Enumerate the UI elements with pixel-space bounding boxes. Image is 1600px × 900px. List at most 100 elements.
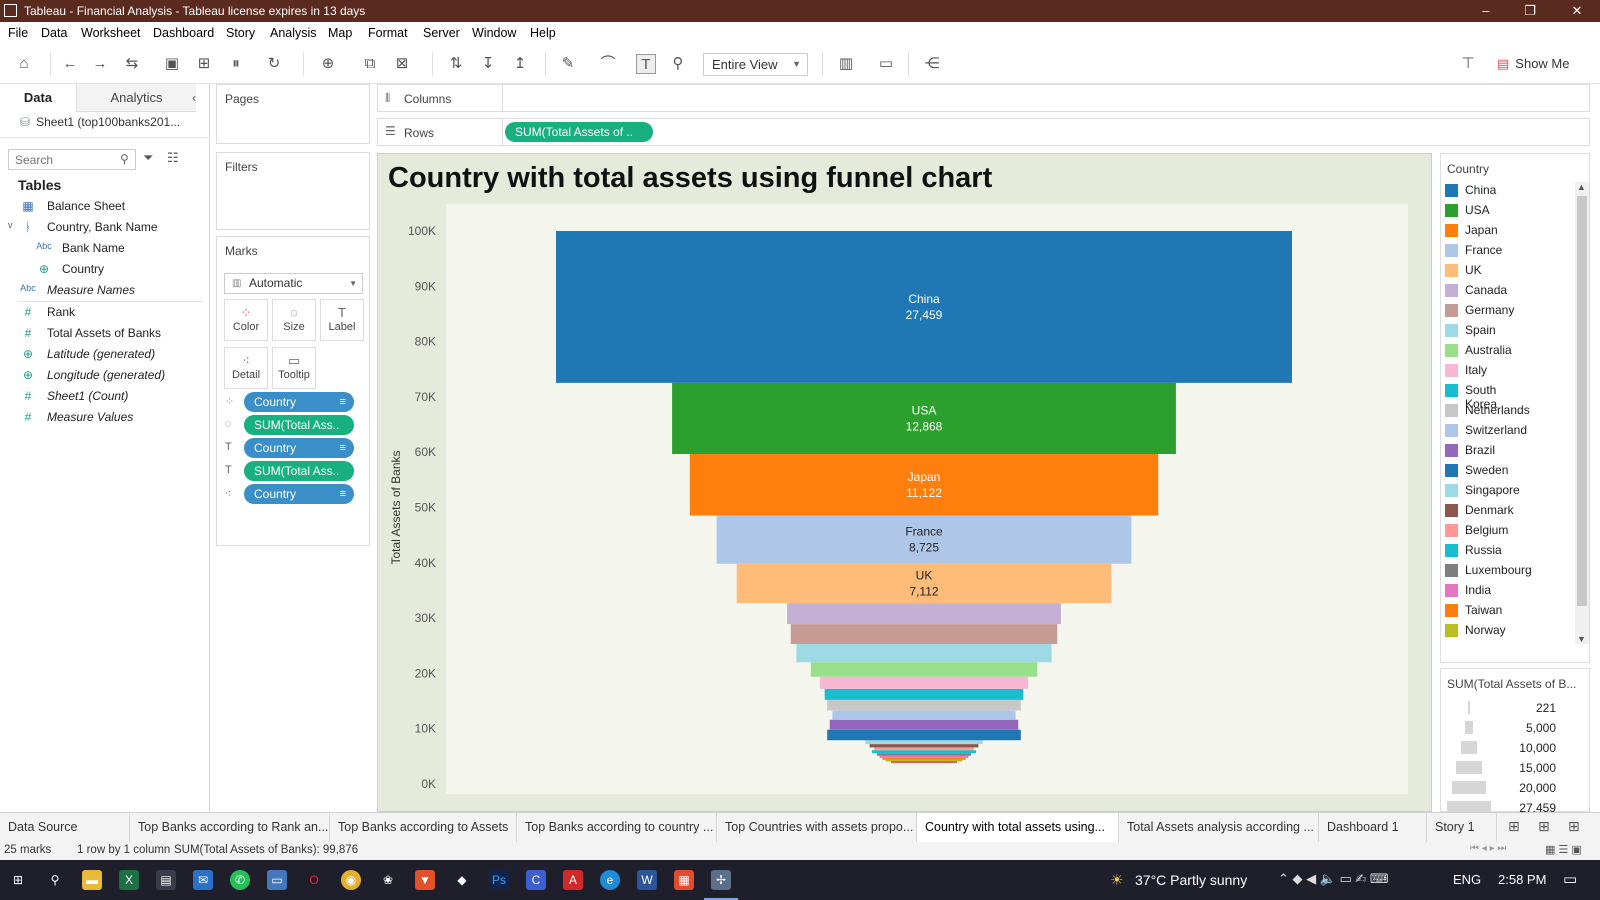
language-indicator[interactable]: ENG [1453,872,1481,887]
mark-type-select[interactable]: ▥ Automatic ▼ [224,273,363,294]
sort-ascending-icon[interactable]: ↧ [478,54,498,74]
field-item[interactable]: Abc Measure Names [0,283,210,303]
menu-story[interactable]: Story [226,26,255,40]
new-story-icon[interactable]: ⊞ [1568,818,1580,835]
view-toggle-icon[interactable]: ▦ ☰ ▣ [1545,843,1582,856]
sheet-tab[interactable]: Data Source [0,813,130,842]
acrobat-icon[interactable]: A [563,870,583,890]
scroll-down-icon[interactable]: ▼ [1577,634,1586,644]
filter-icon[interactable]: ⏷ [143,150,153,166]
menu-worksheet[interactable]: Worksheet [81,26,141,40]
undo-icon[interactable]: ← [60,54,80,74]
restore-icon[interactable]: ❐ [1520,2,1540,20]
sheet-tab[interactable]: Total Assets analysis according ... [1119,813,1319,842]
share-icon[interactable]: ⋲ [922,54,942,74]
tab-analytics[interactable]: Analytics [76,84,196,112]
brave-icon[interactable]: ▼ [415,870,435,890]
whatsapp-icon[interactable]: ✆ [230,870,250,890]
close-icon[interactable]: ✕ [1567,2,1587,20]
search-input[interactable] [8,149,136,170]
field-item[interactable]: # Rank [0,305,210,325]
field-item[interactable]: # Sheet1 (Count) [0,389,210,409]
view-size-select[interactable]: Entire View ▼ [703,53,808,76]
refresh-icon[interactable]: ↻ [264,54,284,74]
view-options-icon[interactable]: ☷ [167,150,179,166]
menu-server[interactable]: Server [423,26,460,40]
tableau-taskbar-icon[interactable]: ✢ [711,870,731,890]
scroll-up-icon[interactable]: ▲ [1577,182,1586,192]
color-button[interactable]: ⁘ Color [224,299,268,341]
new-dashboard-icon[interactable]: ⊞ [1538,818,1550,835]
pin-icon[interactable]: ⊤ [1458,54,1478,74]
pause-updates-icon[interactable]: ⏸ [226,54,246,74]
show-cards-icon[interactable]: ▥ [836,54,856,74]
field-item[interactable]: # Total Assets of Banks [0,326,210,346]
app-icon[interactable]: C [526,870,546,890]
swap-rows-columns-icon[interactable]: ⇅ [446,54,466,74]
app-icon[interactable]: ❀ [378,870,398,890]
search-icon[interactable]: ⚲ [45,870,65,890]
sheet-tab[interactable]: Top Banks according to country ... [517,813,717,842]
store-icon[interactable]: ▤ [156,870,176,890]
mark-pill[interactable]: Country ≡ [244,438,354,458]
show-labels-icon[interactable]: T [636,54,656,74]
new-worksheet-icon[interactable]: ⊕ [318,54,338,74]
show-me-button[interactable]: ▤ Show Me [1497,56,1570,72]
field-item[interactable]: ⊕ Country [0,262,210,282]
chrome-icon[interactable]: ◉ [341,870,361,890]
sort-descending-icon[interactable]: ↥ [510,54,530,74]
edge-icon[interactable]: e [600,870,620,890]
opera-icon[interactable]: O [304,870,324,890]
scrollbar-thumb[interactable] [1577,196,1587,606]
windows-start-icon[interactable]: ⊞ [8,870,28,890]
replay-icon[interactable]: ⇆ [122,54,142,74]
mark-pill[interactable]: Country ≡ [244,484,354,504]
sheet-tab[interactable]: Top Banks according to Rank an... [130,813,330,842]
photoshop-icon[interactable]: Ps [489,870,509,890]
rows-shelf[interactable]: ☰ Rows SUM(Total Assets of .. [377,118,1590,146]
fix-axes-icon[interactable]: ⚲ [668,54,688,74]
new-worksheet-icon[interactable]: ⊞ [1508,818,1520,835]
tab-navigation-icon[interactable]: ⏮ ◂ ▸ ⏭ [1470,843,1506,854]
size-button[interactable]: ◌ Size [272,299,316,341]
sheet-tab[interactable]: Country with total assets using... [917,813,1119,842]
menu-window[interactable]: Window [472,26,516,40]
datasource-item[interactable]: ⛁ Sheet1 (top100banks201... [20,115,180,129]
mark-pill[interactable]: SUM(Total Ass.. [244,415,354,435]
mail-icon[interactable]: ✉ [193,870,213,890]
mark-pill[interactable]: Country ≡ [244,392,354,412]
columns-shelf[interactable]: ⦀ Columns [377,84,1590,112]
filters-shelf[interactable]: Filters [216,152,370,230]
menu-analysis[interactable]: Analysis [270,26,317,40]
field-item[interactable]: ⊕ Longitude (generated) [0,368,210,388]
pages-shelf[interactable]: Pages [216,84,370,144]
menu-file[interactable]: File [8,26,28,40]
field-item[interactable]: Abc Bank Name [0,241,210,261]
app-icon[interactable]: ◆ [452,870,472,890]
menu-map[interactable]: Map [328,26,352,40]
sheet-tab[interactable]: Dashboard 1 [1319,813,1427,842]
field-item[interactable]: ᚭ Country, Bank Name [0,220,210,240]
sheet-tab[interactable]: Top Banks according to Assets [330,813,517,842]
highlight-icon[interactable]: ✎ [558,54,578,74]
collapse-pane-icon[interactable]: ‹ [192,90,196,105]
mark-pill[interactable]: SUM(Total Ass.. [244,461,354,481]
redo-icon[interactable]: → [90,54,110,74]
weather-text[interactable]: 37°C Partly sunny [1135,872,1247,888]
save-icon[interactable]: ▣ [162,54,182,74]
menu-dashboard[interactable]: Dashboard [153,26,214,40]
menu-format[interactable]: Format [368,26,408,40]
field-item[interactable]: ▦ Balance Sheet [0,199,210,219]
menu-help[interactable]: Help [530,26,556,40]
presentation-mode-icon[interactable]: ▭ [876,54,896,74]
detail-button[interactable]: ⁖ Detail [224,347,268,389]
sheet-tab[interactable]: Top Countries with assets propo... [717,813,917,842]
notification-icon[interactable]: ▭ [1563,870,1577,888]
field-item[interactable]: # Measure Values [0,410,210,430]
group-icon[interactable]: ⌒ [598,54,618,74]
label-button[interactable]: T Label [320,299,364,341]
word-icon[interactable]: W [637,870,657,890]
duplicate-icon[interactable]: ⧉ [360,54,380,74]
new-datasource-icon[interactable]: ⊞ [194,54,214,74]
home-icon[interactable]: ⌂ [14,54,34,74]
